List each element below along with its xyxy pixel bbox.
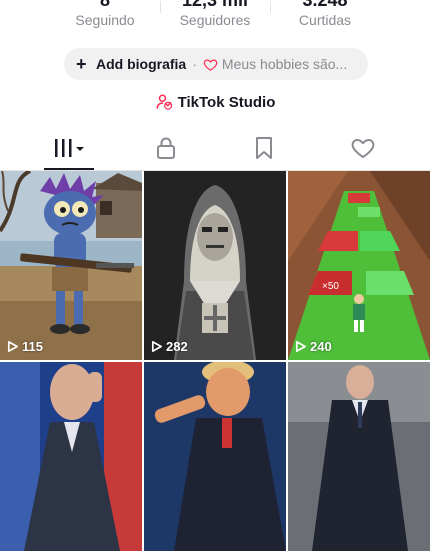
profile-tabs xyxy=(0,128,430,170)
video-thumbnail[interactable] xyxy=(288,362,430,551)
following-count: 8 xyxy=(99,0,110,10)
man-pointing-thumbnail xyxy=(144,362,286,551)
video-thumbnail[interactable] xyxy=(0,362,142,551)
following-stat[interactable]: 8 Seguindo xyxy=(50,0,160,30)
view-count-value: 282 xyxy=(166,339,188,354)
svg-text:×50: ×50 xyxy=(322,281,339,292)
followers-label: Seguidores xyxy=(179,12,251,28)
video-thumbnail[interactable]: 282 xyxy=(144,171,286,360)
tab-private[interactable] xyxy=(136,128,196,168)
view-count-value: 115 xyxy=(22,339,43,354)
view-count: 240 xyxy=(294,339,332,354)
grid-lines-icon xyxy=(55,139,84,157)
man-at-podium-thumbnail xyxy=(288,362,430,551)
followers-count: 12,3 mil xyxy=(181,0,249,10)
bio-separator: · xyxy=(192,56,197,72)
play-icon xyxy=(151,341,162,352)
hooded-figure-thumbnail xyxy=(144,171,286,360)
heart-outline-icon xyxy=(203,58,218,71)
man-in-suit-thumbnail xyxy=(0,362,142,551)
heart-icon xyxy=(351,139,375,158)
view-count-value: 240 xyxy=(310,339,332,354)
video-thumbnail[interactable] xyxy=(144,362,286,551)
profile-stats: 8 Seguindo 12,3 mil Seguidores 3.248 Cur… xyxy=(0,0,430,36)
tiktok-studio-link[interactable]: TikTok Studio xyxy=(0,93,430,111)
view-count: 115 xyxy=(6,339,43,354)
studio-label: TikTok Studio xyxy=(177,93,276,111)
add-bio-button[interactable]: + Add biografia · Meus hobbies são... xyxy=(64,48,368,80)
likes-label: Curtidas xyxy=(298,12,352,28)
runner-game-thumbnail: ×50 xyxy=(288,171,430,360)
add-bio-label: Add biografia xyxy=(96,56,187,72)
following-label: Seguindo xyxy=(75,12,135,28)
cartoon-character-thumbnail xyxy=(0,171,142,360)
plus-icon: + xyxy=(76,54,87,74)
video-thumbnail[interactable]: 115 xyxy=(0,171,142,360)
tab-videos[interactable] xyxy=(40,128,100,168)
view-count: 282 xyxy=(150,339,188,354)
followers-stat[interactable]: 12,3 mil Seguidores xyxy=(160,0,270,30)
likes-count: 3.248 xyxy=(302,0,348,10)
lock-icon xyxy=(157,137,175,159)
tab-favorites[interactable] xyxy=(234,128,294,168)
studio-person-icon xyxy=(156,94,172,110)
video-thumbnail[interactable]: ×50 240 xyxy=(288,171,430,360)
hobbies-suggestion: Meus hobbies são... xyxy=(221,56,348,72)
likes-stat[interactable]: 3.248 Curtidas xyxy=(270,0,380,30)
play-icon xyxy=(295,341,306,352)
bookmark-icon xyxy=(256,137,272,159)
tab-liked[interactable] xyxy=(333,128,393,168)
play-icon xyxy=(7,341,18,352)
